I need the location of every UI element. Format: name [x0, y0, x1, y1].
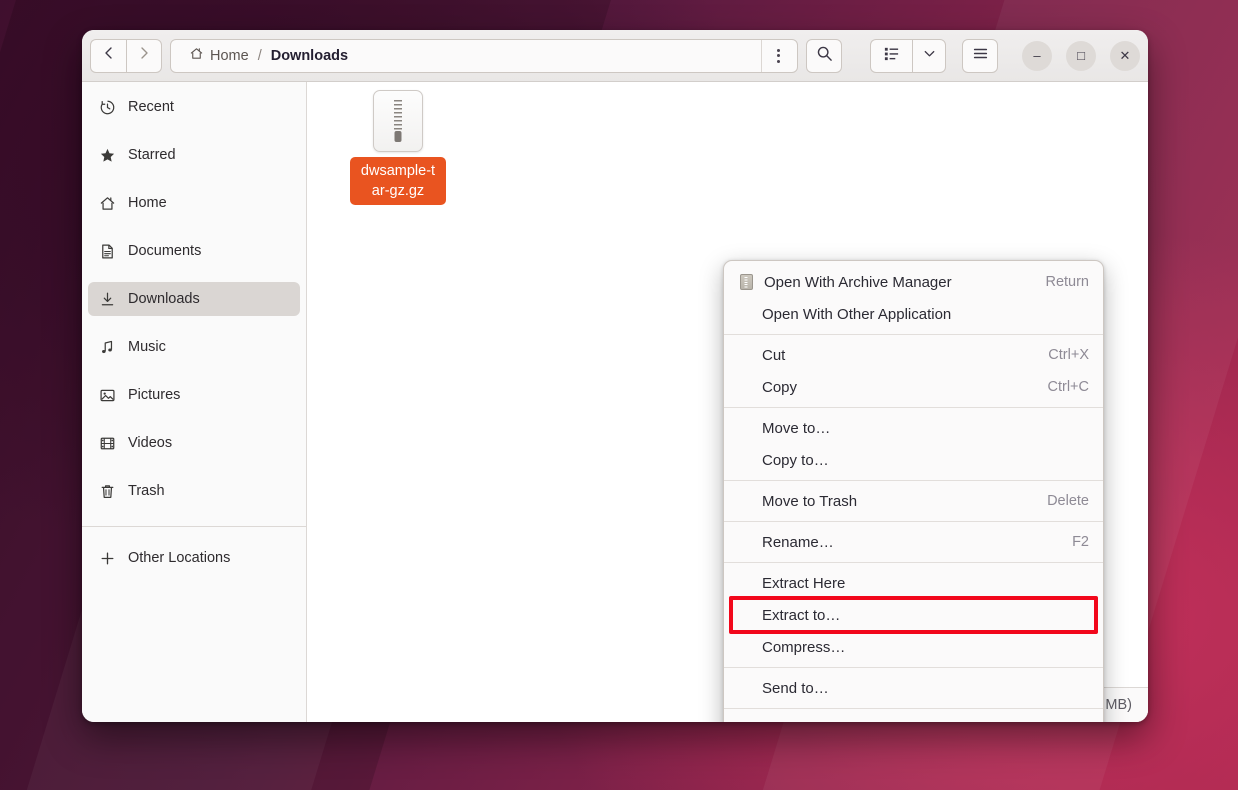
window-body: Recent Starred Home Documents Downloads …: [82, 82, 1148, 722]
sidebar: Recent Starred Home Documents Downloads …: [82, 82, 307, 722]
menu-item-extract-to[interactable]: Extract to…: [724, 596, 1103, 634]
menu-separator: [724, 667, 1103, 668]
window-headerbar: Home / Downloads – □ ✕: [82, 30, 1148, 82]
sidebar-divider: [82, 526, 306, 527]
sidebar-item-label: Starred: [128, 147, 176, 163]
plus-icon: [98, 549, 116, 567]
hamburger-menu-icon: [972, 45, 989, 67]
clock-icon: [98, 98, 116, 116]
breadcrumb-current-label: Downloads: [270, 47, 349, 64]
breadcrumb-current[interactable]: Downloads: [263, 42, 356, 70]
chevron-right-icon: [136, 45, 152, 66]
chevron-left-icon: [101, 45, 117, 66]
back-button[interactable]: [90, 38, 126, 73]
menu-item-copy[interactable]: Copy Ctrl+C: [724, 371, 1103, 403]
sidebar-item-label: Other Locations: [128, 550, 231, 566]
sidebar-item-other-locations[interactable]: Other Locations: [88, 541, 300, 575]
sidebar-item-trash[interactable]: Trash: [88, 474, 300, 508]
list-view-icon: [883, 45, 900, 67]
breadcrumb-separator: /: [257, 47, 262, 64]
breadcrumb-home[interactable]: Home: [181, 42, 257, 70]
sidebar-item-label: Downloads: [128, 291, 200, 307]
sidebar-item-videos[interactable]: Videos: [88, 426, 300, 460]
music-note-icon: [98, 338, 116, 356]
navigation-buttons: [90, 38, 162, 73]
main-menu-button[interactable]: [962, 38, 998, 73]
download-icon: [98, 290, 116, 308]
menu-item-move-to[interactable]: Move to…: [724, 412, 1103, 444]
sidebar-item-label: Home: [128, 195, 167, 211]
menu-separator: [724, 521, 1103, 522]
menu-item-extract-here[interactable]: Extract Here: [724, 567, 1103, 599]
sidebar-item-label: Documents: [128, 243, 202, 259]
trash-icon: [98, 482, 116, 500]
sidebar-item-recent[interactable]: Recent: [88, 90, 300, 124]
video-icon: [98, 434, 116, 452]
zipper-pull: [394, 131, 402, 142]
menu-item-star[interactable]: Star: [724, 713, 1103, 723]
menu-separator: [724, 334, 1103, 335]
breadcrumb-home-label: Home: [210, 47, 249, 64]
menu-item-send-to[interactable]: Send to…: [724, 672, 1103, 704]
forward-button[interactable]: [126, 38, 162, 73]
file-grid-area[interactable]: dwsample-tar-gz.gz “dwsample-tar-gz.tar.…: [307, 82, 1148, 722]
sidebar-item-label: Recent: [128, 99, 174, 115]
sidebar-item-label: Videos: [128, 435, 173, 451]
sidebar-item-starred[interactable]: Starred: [88, 138, 300, 172]
close-button[interactable]: ✕: [1110, 40, 1140, 71]
menu-item-open-with-archive-manager[interactable]: Open With Archive Manager Return: [724, 266, 1103, 298]
minimize-icon: –: [1033, 48, 1041, 63]
menu-item-copy-to[interactable]: Copy to…: [724, 444, 1103, 476]
sidebar-item-downloads[interactable]: Downloads: [88, 282, 300, 316]
menu-separator: [724, 407, 1103, 408]
menu-item-open-with-other-application[interactable]: Open With Other Application: [724, 298, 1103, 330]
menu-item-rename[interactable]: Rename… F2: [724, 526, 1103, 558]
maximize-button[interactable]: □: [1066, 40, 1096, 71]
sidebar-item-home[interactable]: Home: [88, 186, 300, 220]
chevron-down-icon: [922, 46, 937, 66]
maximize-icon: □: [1077, 48, 1085, 63]
sidebar-item-documents[interactable]: Documents: [88, 234, 300, 268]
path-menu-button[interactable]: [761, 39, 795, 72]
context-menu[interactable]: Open With Archive Manager Return Open Wi…: [723, 260, 1104, 722]
menu-item-move-to-trash[interactable]: Move to Trash Delete: [724, 485, 1103, 517]
search-icon: [816, 45, 833, 67]
star-icon: [98, 146, 116, 164]
menu-item-cut[interactable]: Cut Ctrl+X: [724, 339, 1103, 371]
zipper-teeth: [394, 100, 402, 130]
archive-file-icon: [373, 90, 423, 152]
breadcrumb-pathbar: Home / Downloads: [170, 38, 798, 73]
file-name-label: dwsample-tar-gz.gz: [350, 157, 446, 205]
sidebar-item-label: Pictures: [128, 387, 181, 403]
menu-separator: [724, 480, 1103, 481]
document-icon: [98, 242, 116, 260]
menu-item-compress[interactable]: Compress…: [724, 631, 1103, 663]
vertical-dots-icon: [777, 48, 780, 63]
sidebar-item-label: Music: [128, 339, 166, 355]
menu-separator: [724, 562, 1103, 563]
menu-separator: [724, 708, 1103, 709]
search-button[interactable]: [806, 38, 842, 73]
sidebar-item-label: Trash: [128, 483, 165, 499]
minimize-button[interactable]: –: [1022, 40, 1052, 71]
home-icon: [98, 194, 116, 212]
close-icon: ✕: [1119, 47, 1131, 63]
view-controls: [870, 38, 946, 73]
archive-manager-icon: [738, 273, 754, 291]
file-item[interactable]: dwsample-tar-gz.gz: [350, 90, 446, 205]
file-manager-window: Home / Downloads – □ ✕ Recent Starred Ho…: [82, 30, 1148, 722]
sidebar-item-pictures[interactable]: Pictures: [88, 378, 300, 412]
view-options-dropdown[interactable]: [912, 38, 946, 73]
sidebar-item-music[interactable]: Music: [88, 330, 300, 364]
picture-icon: [98, 386, 116, 404]
home-icon: [189, 46, 204, 65]
list-view-button[interactable]: [870, 38, 912, 73]
